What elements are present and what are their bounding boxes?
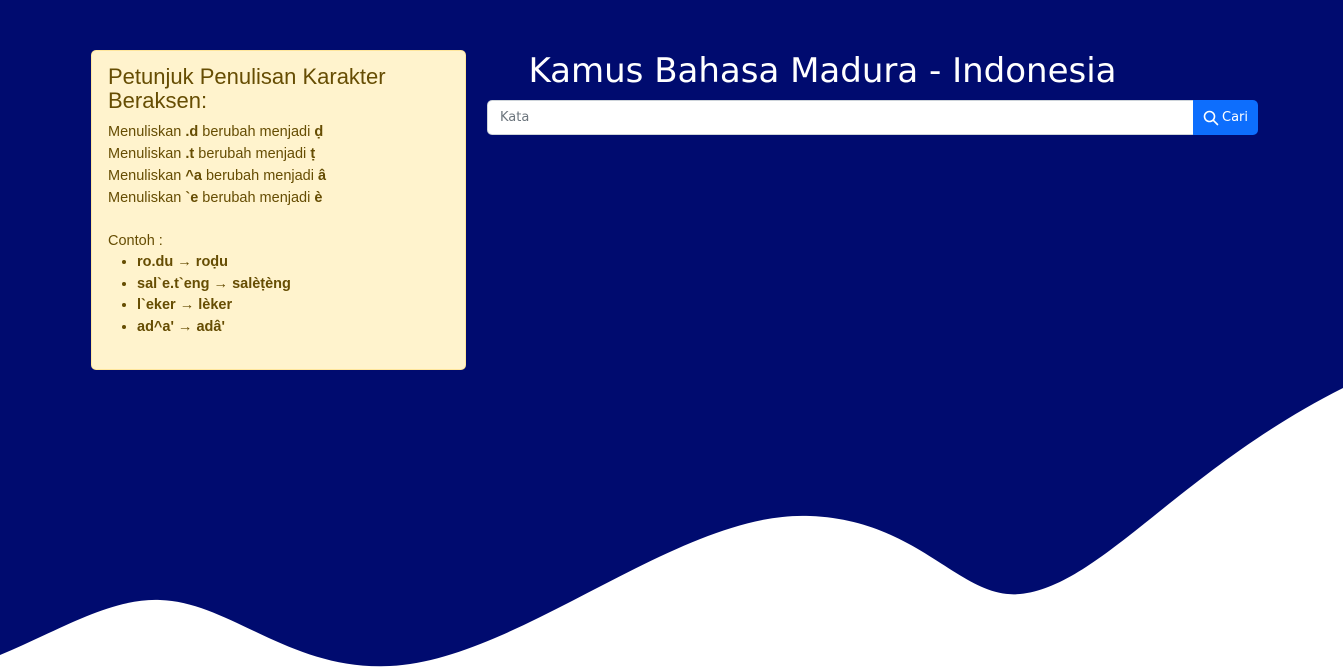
rule-line: Menuliskan `e berubah menjadi è [108,190,323,206]
accent-guide-title: Petunjuk Penulisan Karakter Beraksen: [108,64,386,113]
example-item: ro.du → roḍu [137,252,449,274]
search-button[interactable]: Cari [1193,100,1258,135]
search-icon [1203,110,1219,126]
rule-line: Menuliskan .t berubah menjadi ṭ [108,146,316,162]
page-title: Kamus Bahasa Madura - Indonesia [528,51,1117,91]
example-item: sal`e.t`eng → salèṭèng [137,274,449,296]
example-item: ad^a' → adâ' [137,317,449,339]
search-input[interactable] [487,100,1193,135]
rule-line: Menuliskan .d berubah menjadi ḍ [108,124,324,140]
search-form: Cari [487,100,1258,135]
example-item: l`eker → lèker [137,295,449,317]
rule-line: Menuliskan ^a berubah menjadi â [108,168,327,184]
examples-label: Contoh : [108,233,163,249]
accent-guide-card: Petunjuk Penulisan Karakter Beraksen: Me… [91,50,466,370]
search-button-label: Cari [1222,110,1248,125]
examples-list: ro.du → roḍu sal`e.t`eng → salèṭèng l`ek… [108,252,449,339]
